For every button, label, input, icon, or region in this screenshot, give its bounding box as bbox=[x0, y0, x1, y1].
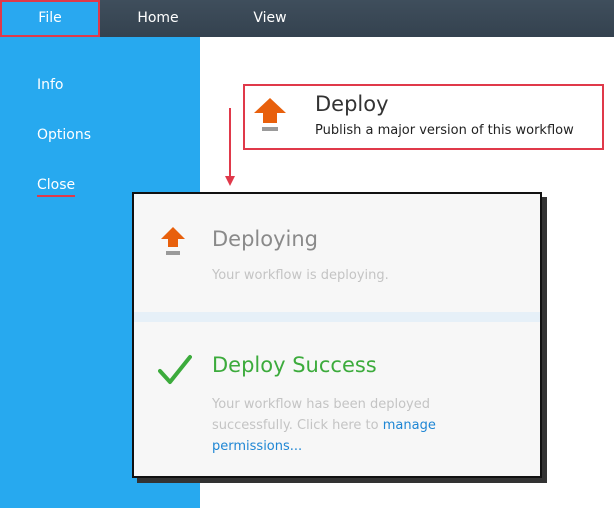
deploy-subtitle: Publish a major version of this workflow bbox=[315, 123, 574, 138]
deploying-message: Your workflow is deploying. bbox=[212, 268, 389, 283]
success-message: Your workflow has been deployed successf… bbox=[212, 394, 482, 457]
tab-home[interactable]: Home bbox=[118, 0, 198, 37]
deploy-upload-icon bbox=[254, 98, 286, 131]
deploy-button[interactable]: Deploy Publish a major version of this w… bbox=[243, 84, 604, 150]
success-title: Deploy Success bbox=[212, 353, 377, 377]
checkmark-icon bbox=[158, 355, 192, 384]
tab-view[interactable]: View bbox=[230, 0, 310, 37]
deploy-upload-icon bbox=[161, 227, 185, 255]
deploy-status-panel: Deploying Your workflow is deploying. De… bbox=[132, 192, 542, 478]
sidebar-item-info[interactable]: Info bbox=[37, 77, 64, 93]
sidebar-item-close[interactable]: Close bbox=[37, 177, 76, 197]
arrow-down-icon bbox=[225, 108, 235, 186]
deploying-title: Deploying bbox=[212, 227, 319, 251]
panel-divider bbox=[134, 312, 540, 322]
sidebar-item-options[interactable]: Options bbox=[37, 127, 91, 143]
tab-file[interactable]: File bbox=[0, 0, 100, 37]
menu-bar: File Home View bbox=[0, 0, 614, 37]
deploy-title: Deploy bbox=[315, 92, 389, 116]
